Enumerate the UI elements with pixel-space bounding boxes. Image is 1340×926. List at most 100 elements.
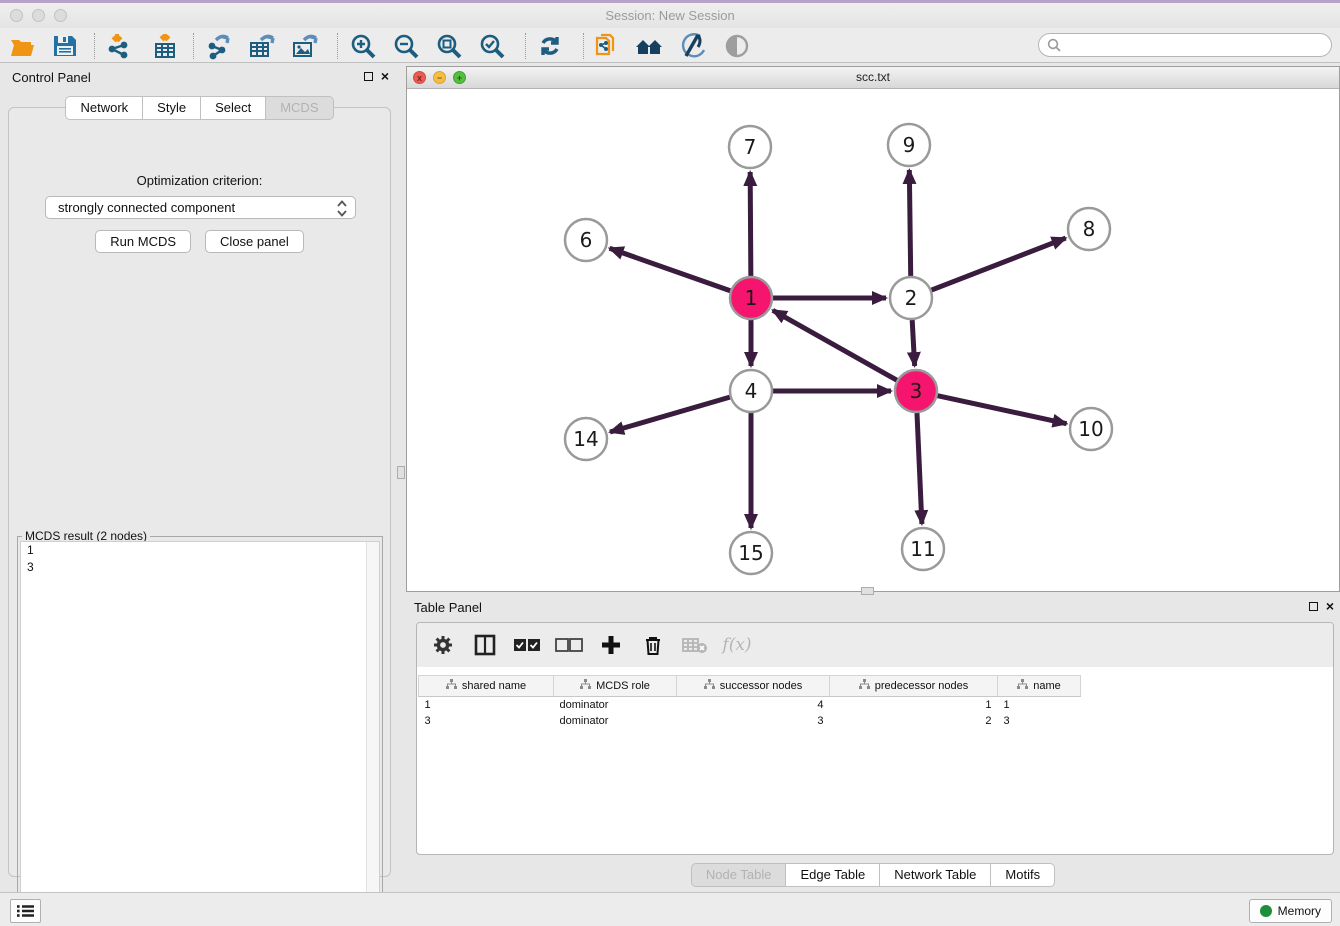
table-cell[interactable]: 3 [677, 713, 830, 729]
column-edit-icon[interactable] [704, 679, 715, 693]
result-scrollbar[interactable] [366, 542, 379, 906]
node-label-1: 1 [745, 286, 758, 310]
table-cell[interactable]: 1 [830, 697, 998, 713]
edge-2-3[interactable] [912, 320, 914, 366]
save-session-icon[interactable] [50, 32, 80, 60]
column-edit-icon[interactable] [580, 679, 591, 693]
network-graph[interactable]: 7968124314101511 [407, 89, 1339, 591]
export-network-icon[interactable] [204, 32, 234, 60]
column-edit-icon[interactable] [446, 679, 457, 693]
node-label-8: 8 [1083, 217, 1096, 241]
column-header-name[interactable]: name [998, 676, 1081, 697]
mcds-result-item[interactable]: 3 [21, 559, 379, 576]
zoom-in-icon[interactable] [348, 32, 378, 60]
export-table-icon[interactable] [247, 32, 277, 60]
column-header-successor-nodes[interactable]: successor nodes [677, 676, 830, 697]
column-header-shared-name[interactable]: shared name [419, 676, 554, 697]
node-table: shared nameMCDS role successor nodes prede… [418, 675, 1081, 729]
open-session-icon[interactable] [8, 32, 38, 60]
node-label-3: 3 [910, 379, 923, 403]
tab-style[interactable]: Style [143, 96, 201, 120]
zoom-fit-icon[interactable] [434, 32, 464, 60]
duplicate-network-icon[interactable] [591, 32, 621, 60]
float-table-panel-icon[interactable] [1309, 602, 1318, 611]
deselect-all-icon[interactable] [555, 632, 583, 658]
zoom-out-icon[interactable] [391, 32, 421, 60]
delete-column-icon[interactable] [639, 632, 667, 658]
column-header-label: successor nodes [720, 680, 803, 692]
table-cell[interactable]: dominator [554, 713, 677, 729]
refresh-icon[interactable] [535, 32, 565, 60]
table-container: f(x) shared nameMCDS role successor nodes… [416, 622, 1334, 855]
export-image-icon[interactable] [290, 32, 320, 60]
search-icon [1047, 38, 1061, 52]
import-network-icon[interactable] [104, 32, 134, 60]
tab-select[interactable]: Select [201, 96, 266, 120]
delete-table-icon[interactable] [681, 632, 709, 658]
network-window-titlebar[interactable]: x − + scc.txt [407, 67, 1339, 89]
criterion-select[interactable]: strongly connected component [45, 196, 356, 219]
column-edit-icon[interactable] [1017, 679, 1028, 693]
edge-1-6[interactable] [610, 248, 731, 290]
tab-edge-table[interactable]: Edge Table [786, 863, 880, 887]
edge-2-9[interactable] [909, 170, 910, 276]
vertical-splitter-handle[interactable] [397, 466, 405, 479]
node-label-2: 2 [905, 286, 918, 310]
edge-3-11[interactable] [917, 413, 922, 524]
select-all-icon[interactable] [513, 632, 541, 658]
close-table-panel-icon[interactable]: × [1326, 600, 1334, 612]
app-titlebar: Session: New Session [0, 3, 1340, 28]
column-edit-icon[interactable] [859, 679, 870, 693]
search-input[interactable] [1065, 38, 1331, 52]
column-header-MCDS-role[interactable]: MCDS role [554, 676, 677, 697]
import-table-icon[interactable] [150, 32, 180, 60]
run-mcds-button[interactable]: Run MCDS [95, 230, 191, 253]
list-icon [17, 904, 35, 918]
control-panel: Control Panel × NetworkStyleSelectMCDS O… [4, 66, 395, 882]
table-cell[interactable]: 3 [998, 713, 1081, 729]
search-field[interactable] [1038, 33, 1332, 57]
table-row[interactable]: 1dominator411 [419, 697, 1081, 713]
table-panel-tabs: Node TableEdge TableNetwork TableMotifs [406, 863, 1340, 887]
column-header-predecessor-nodes[interactable]: predecessor nodes [830, 676, 998, 697]
table-cell[interactable]: dominator [554, 697, 677, 713]
memory-button[interactable]: Memory [1249, 899, 1332, 923]
table-cell[interactable]: 2 [830, 713, 998, 729]
zoom-selected-icon[interactable] [477, 32, 507, 60]
tab-network-table[interactable]: Network Table [880, 863, 991, 887]
mcds-result-fieldset: MCDS result (2 nodes) 13 [17, 536, 383, 910]
edge-3-1[interactable] [773, 310, 897, 380]
edge-4-14[interactable] [610, 397, 730, 432]
mcds-result-list[interactable]: 13 [20, 541, 380, 907]
close-panel-icon[interactable]: × [381, 70, 389, 82]
show-details-icon[interactable] [722, 32, 752, 60]
table-cell[interactable]: 4 [677, 697, 830, 713]
home-icon[interactable] [634, 32, 664, 60]
task-history-button[interactable] [10, 899, 41, 923]
node-label-4: 4 [745, 379, 758, 403]
tab-node-table[interactable]: Node Table [691, 863, 787, 887]
add-column-icon[interactable] [597, 632, 625, 658]
edge-3-10[interactable] [937, 396, 1066, 424]
table-row[interactable]: 3dominator323 [419, 713, 1081, 729]
apply-style-icon[interactable] [678, 32, 708, 60]
network-canvas[interactable]: 7968124314101511 [407, 89, 1339, 591]
tab-network[interactable]: Network [65, 96, 143, 120]
function-builder-icon[interactable]: f(x) [723, 632, 751, 658]
tab-mcds[interactable]: MCDS [266, 96, 333, 120]
table-cell[interactable]: 3 [419, 713, 554, 729]
float-panel-icon[interactable] [364, 72, 373, 81]
table-cell[interactable]: 1 [419, 697, 554, 713]
optimization-criterion-label: Optimization criterion: [9, 173, 390, 188]
memory-label: Memory [1278, 904, 1321, 918]
edge-2-8[interactable] [932, 238, 1066, 290]
tab-motifs[interactable]: Motifs [991, 863, 1055, 887]
close-panel-button[interactable]: Close panel [205, 230, 304, 253]
settings-gear-icon[interactable] [429, 632, 457, 658]
column-visibility-icon[interactable] [471, 632, 499, 658]
network-view-window: x − + scc.txt 7968124314101511 [406, 66, 1340, 592]
horizontal-splitter-handle[interactable] [861, 587, 874, 595]
mcds-result-item[interactable]: 1 [21, 542, 379, 559]
edge-1-7[interactable] [750, 172, 751, 276]
table-cell[interactable]: 1 [998, 697, 1081, 713]
